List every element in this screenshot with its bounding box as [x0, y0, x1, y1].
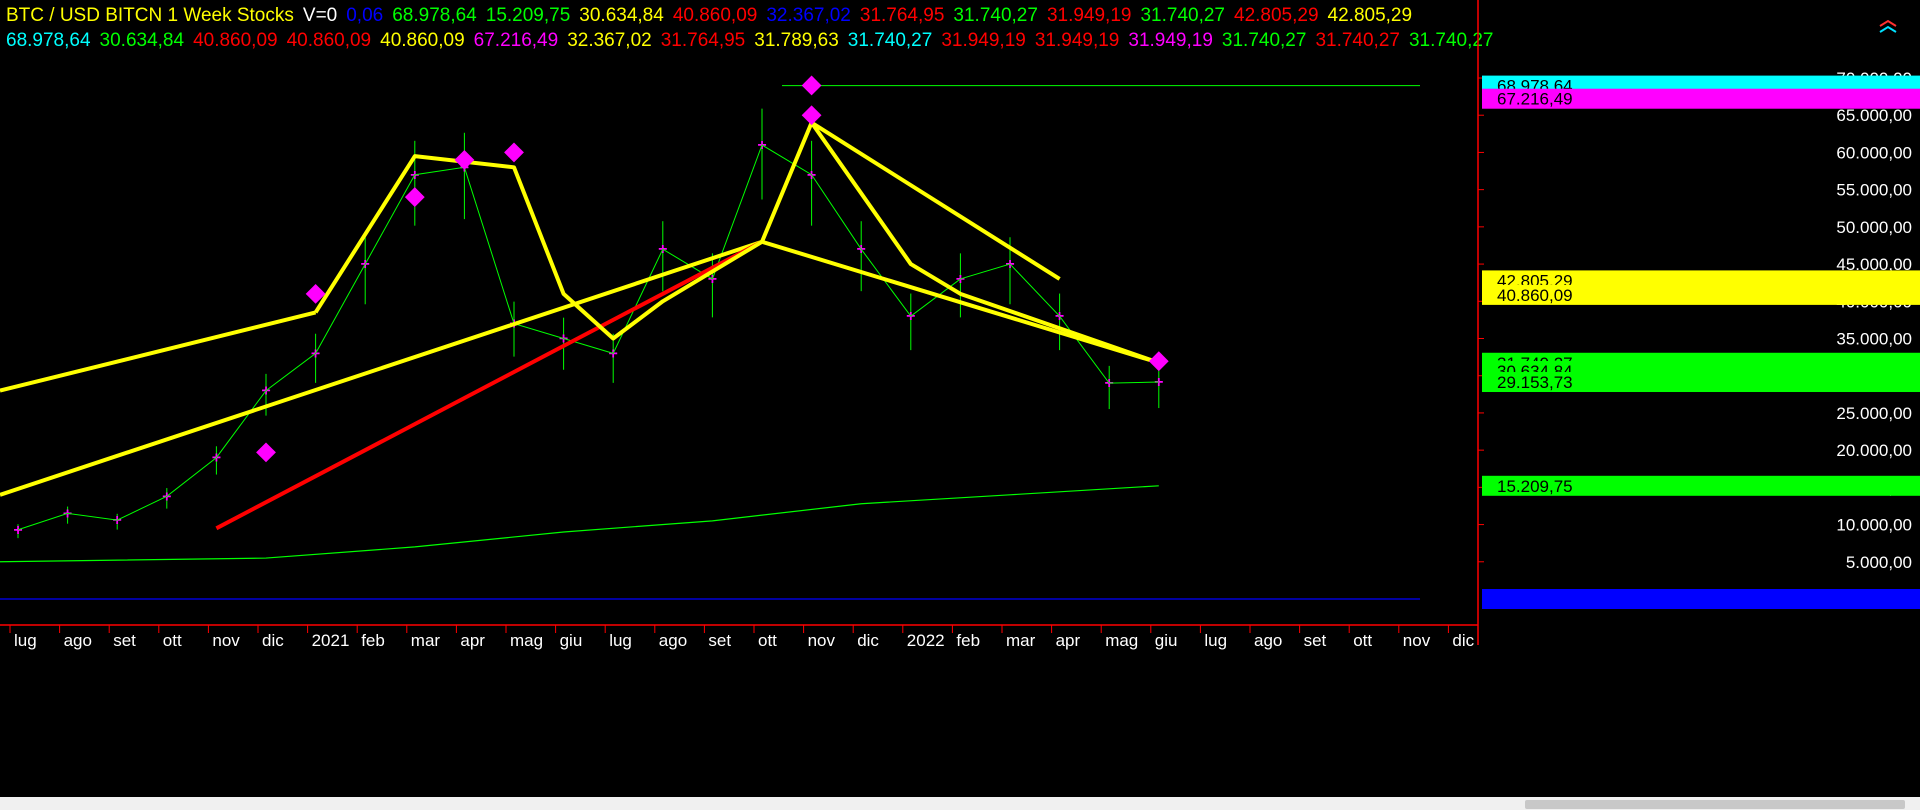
trend-line-0 [0, 310, 317, 393]
price-chart[interactable]: 70.000,0065.000,0060.000,0055.000,0050.0… [0, 0, 1920, 797]
price-tag: 40.860,09 [1482, 284, 1920, 305]
x-tick-label: mag [1105, 631, 1138, 650]
x-tick-label: set [113, 631, 136, 650]
price-tag-label: 29.153,73 [1497, 373, 1573, 392]
price-tag: 0,06 [1482, 588, 1920, 609]
price-tag-label: 40.860,09 [1497, 286, 1573, 305]
y-tick-label: 55.000,00 [1836, 181, 1912, 200]
x-tick-label: dic [1452, 631, 1474, 650]
x-tick-label: dic [262, 631, 284, 650]
y-tick-label: 65.000,00 [1836, 106, 1912, 125]
y-tick-label: 50.000,00 [1836, 218, 1912, 237]
scrollbar-thumb[interactable] [1525, 800, 1905, 809]
x-tick-label: mar [1006, 631, 1036, 650]
x-tick-label: mar [411, 631, 441, 650]
pivot-marker [504, 142, 524, 163]
x-tick-label: lug [14, 631, 37, 650]
x-tick-label: nov [212, 631, 240, 650]
pivot-marker [404, 187, 425, 207]
y-tick-label: 25.000,00 [1836, 404, 1912, 423]
price-tag: 67.216,49 [1482, 88, 1920, 109]
price-tag: 15.209,75 [1482, 475, 1920, 496]
x-tick-label: apr [460, 631, 485, 650]
x-tick-label: lug [1204, 631, 1227, 650]
pivot-marker [454, 149, 475, 170]
x-tick-label: giu [1155, 631, 1178, 650]
x-tick-label: 2022 [907, 631, 945, 650]
price-bars-group: ++++++++++++++++++++++++ [13, 108, 1163, 539]
x-tick-label: dic [857, 631, 879, 650]
x-tick-label: feb [361, 631, 385, 650]
x-tick-label: ago [659, 631, 687, 650]
chart-options-arrows-icon[interactable] [1878, 18, 1898, 38]
price-tag-label: 15.209,75 [1497, 477, 1573, 496]
y-tick-label: 5.000,00 [1846, 553, 1912, 572]
trend-line-3 [313, 120, 1160, 365]
x-tick-label: ago [1254, 631, 1282, 650]
x-tick-label: set [1304, 631, 1327, 650]
y-tick-label: 10.000,00 [1836, 516, 1912, 535]
trend-line-4 [810, 120, 1061, 281]
y-tick-label: 60.000,00 [1836, 143, 1912, 162]
y-tick-label: 20.000,00 [1836, 441, 1912, 460]
cross-marker: + [13, 522, 22, 539]
pivot-marker [801, 105, 822, 126]
x-tick-label: lug [609, 631, 632, 650]
trend-line-2 [215, 239, 763, 531]
x-tick-label: giu [560, 631, 583, 650]
pivot-marker [1148, 351, 1169, 372]
x-tick-label: ott [758, 631, 777, 650]
x-tick-label: ago [64, 631, 92, 650]
price-tag-label: 0,06 [1497, 590, 1530, 609]
x-tick-label: nov [1403, 631, 1431, 650]
price-line [17, 144, 1159, 531]
trend-line-1 [0, 239, 1160, 497]
x-tick-label: ott [163, 631, 182, 650]
price-tag: 29.153,73 [1482, 372, 1920, 393]
x-tick-label: feb [956, 631, 980, 650]
x-tick-label: set [708, 631, 731, 650]
y-tick-label: 35.000,00 [1836, 330, 1912, 349]
pivot-marker [256, 442, 276, 463]
pivot-marker [801, 75, 822, 96]
x-tick-label: apr [1056, 631, 1081, 650]
x-tick-label: nov [808, 631, 836, 650]
moving-average-line [0, 485, 1159, 563]
price-tag-label: 67.216,49 [1497, 90, 1573, 109]
x-tick-label: mag [510, 631, 543, 650]
x-tick-label: ott [1353, 631, 1372, 650]
x-tick-label: 2021 [312, 631, 350, 650]
